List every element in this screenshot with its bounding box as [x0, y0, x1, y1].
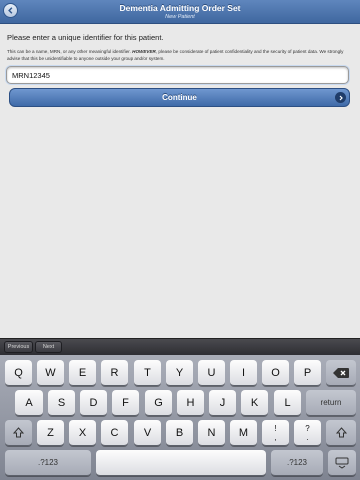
key-q[interactable]: Q: [5, 360, 32, 386]
key-x[interactable]: X: [69, 420, 96, 446]
key-v[interactable]: V: [134, 420, 161, 446]
key-d[interactable]: D: [80, 390, 107, 416]
key-w[interactable]: W: [37, 360, 64, 386]
backspace-key[interactable]: [326, 360, 356, 386]
shift-arrow-icon: [335, 427, 347, 438]
key-i[interactable]: I: [230, 360, 257, 386]
key-period-label: .: [306, 432, 309, 442]
key-y[interactable]: Y: [166, 360, 193, 386]
key-c[interactable]: C: [101, 420, 128, 446]
previous-field-button[interactable]: Previous: [4, 341, 33, 353]
hide-keyboard-key[interactable]: [328, 450, 356, 476]
key-a[interactable]: A: [15, 390, 43, 416]
note-emphasis: HOWEVER: [132, 49, 156, 54]
continue-label: Continue: [162, 93, 197, 102]
key-g[interactable]: G: [145, 390, 172, 416]
identifier-prompt: Please enter a unique identifier for thi…: [7, 33, 164, 42]
page-title: Dementia Admitting Order Set: [119, 3, 241, 13]
key-r[interactable]: R: [101, 360, 128, 386]
page-subtitle: New Patient: [165, 14, 195, 20]
key-t[interactable]: T: [134, 360, 161, 386]
confidentiality-note: This can be a name, MRN, or any other me…: [7, 48, 353, 62]
key-j[interactable]: J: [209, 390, 236, 416]
key-h[interactable]: H: [177, 390, 204, 416]
key-n[interactable]: N: [198, 420, 225, 446]
key-l[interactable]: L: [274, 390, 301, 416]
shift-arrow-icon: [13, 427, 24, 438]
key-e[interactable]: E: [69, 360, 96, 386]
keyboard-toolbar: Previous Next: [0, 338, 360, 355]
key-question-period[interactable]: ? .: [294, 420, 321, 446]
shift-key-left[interactable]: [5, 420, 32, 446]
continue-button[interactable]: Continue: [9, 88, 350, 107]
space-key[interactable]: [96, 450, 266, 476]
note-text-start: This can be a name, MRN, or any other me…: [7, 49, 133, 54]
key-b[interactable]: B: [166, 420, 193, 446]
key-u[interactable]: U: [198, 360, 225, 386]
key-question-label: ?: [305, 423, 310, 433]
chevron-right-icon: [335, 92, 346, 103]
numbers-key-left[interactable]: .?123: [5, 450, 91, 476]
numbers-key-right[interactable]: .?123: [271, 450, 323, 476]
key-o[interactable]: O: [262, 360, 289, 386]
key-z[interactable]: Z: [37, 420, 64, 446]
key-m[interactable]: M: [230, 420, 257, 446]
on-screen-keyboard: Q W E R T Y U I O P A S D F G H J K L re…: [0, 355, 360, 480]
key-s[interactable]: S: [48, 390, 75, 416]
key-k[interactable]: K: [241, 390, 268, 416]
backspace-icon: [333, 367, 349, 378]
next-field-button[interactable]: Next: [35, 341, 62, 353]
patient-identifier-input[interactable]: [6, 66, 349, 84]
keyboard-dismiss-icon: [335, 457, 349, 469]
key-comma-label: ,: [274, 432, 277, 442]
navigation-bar: Dementia Admitting Order Set New Patient: [0, 0, 360, 24]
key-f[interactable]: F: [112, 390, 139, 416]
shift-key-right[interactable]: [326, 420, 356, 446]
key-p[interactable]: P: [294, 360, 321, 386]
key-exclaim-comma[interactable]: ! ,: [262, 420, 289, 446]
key-exclaim-label: !: [274, 423, 277, 433]
return-key[interactable]: return: [306, 390, 356, 416]
